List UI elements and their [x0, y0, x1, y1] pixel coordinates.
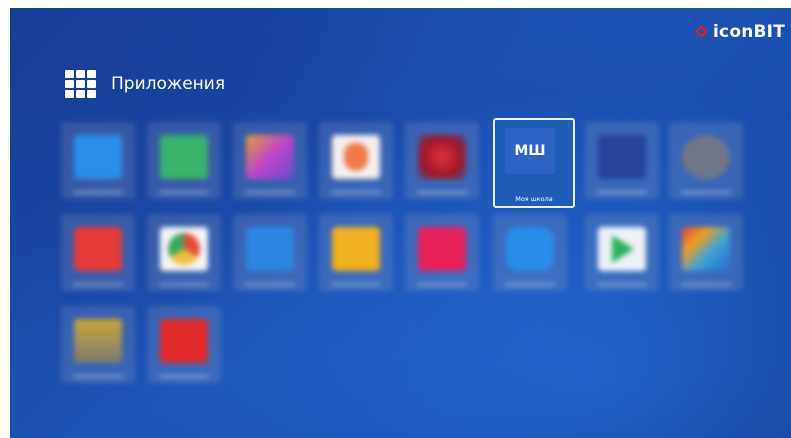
- blue-file-app-icon: [246, 227, 294, 271]
- app-tile[interactable]: [233, 122, 307, 199]
- cloud-app-icon: [506, 227, 554, 271]
- play-store-app-icon: [598, 227, 646, 271]
- app-tile[interactable]: [669, 122, 743, 199]
- red-media-app-icon: [74, 227, 122, 271]
- red-logo-app-icon: [418, 135, 466, 179]
- youtube-app-icon: [160, 319, 208, 363]
- app-tile[interactable]: [319, 122, 393, 199]
- tv-screen: iconBIT Приложения МШ Моя школа: [10, 8, 791, 438]
- moya-shkola-app-tile[interactable]: МШ Моя школа: [493, 118, 575, 208]
- green-app-icon: [160, 135, 208, 179]
- app-label: Моя школа: [515, 195, 553, 203]
- app-tile[interactable]: [61, 306, 135, 383]
- app-tile[interactable]: [405, 214, 479, 291]
- olive-app-icon: [74, 319, 122, 363]
- red-badge-app-icon: [332, 135, 380, 179]
- app-tile[interactable]: [233, 214, 307, 291]
- app-tile[interactable]: [147, 306, 221, 383]
- app-tile[interactable]: [669, 214, 743, 291]
- app-grid: МШ Моя школа: [10, 8, 791, 438]
- app-tile[interactable]: [585, 214, 659, 291]
- chrome-app-icon: [160, 227, 208, 271]
- blue-dark-app-icon: [598, 135, 646, 179]
- grey-round-app-icon: [682, 135, 730, 179]
- app-tile[interactable]: [61, 122, 135, 199]
- app-tile[interactable]: [147, 122, 221, 199]
- app-tile[interactable]: [585, 122, 659, 199]
- app-tile[interactable]: [147, 214, 221, 291]
- gallery-app-icon: [246, 135, 294, 179]
- pink-app-icon: [418, 227, 466, 271]
- moya-shkola-app-icon: МШ: [505, 128, 555, 174]
- app-tile[interactable]: [319, 214, 393, 291]
- app-tile[interactable]: [61, 214, 135, 291]
- colorful-app-icon: [682, 227, 730, 271]
- app-tile[interactable]: [493, 214, 567, 291]
- search-app-icon: [74, 135, 122, 179]
- app-tile[interactable]: [405, 122, 479, 199]
- yellow-app-icon: [332, 227, 380, 271]
